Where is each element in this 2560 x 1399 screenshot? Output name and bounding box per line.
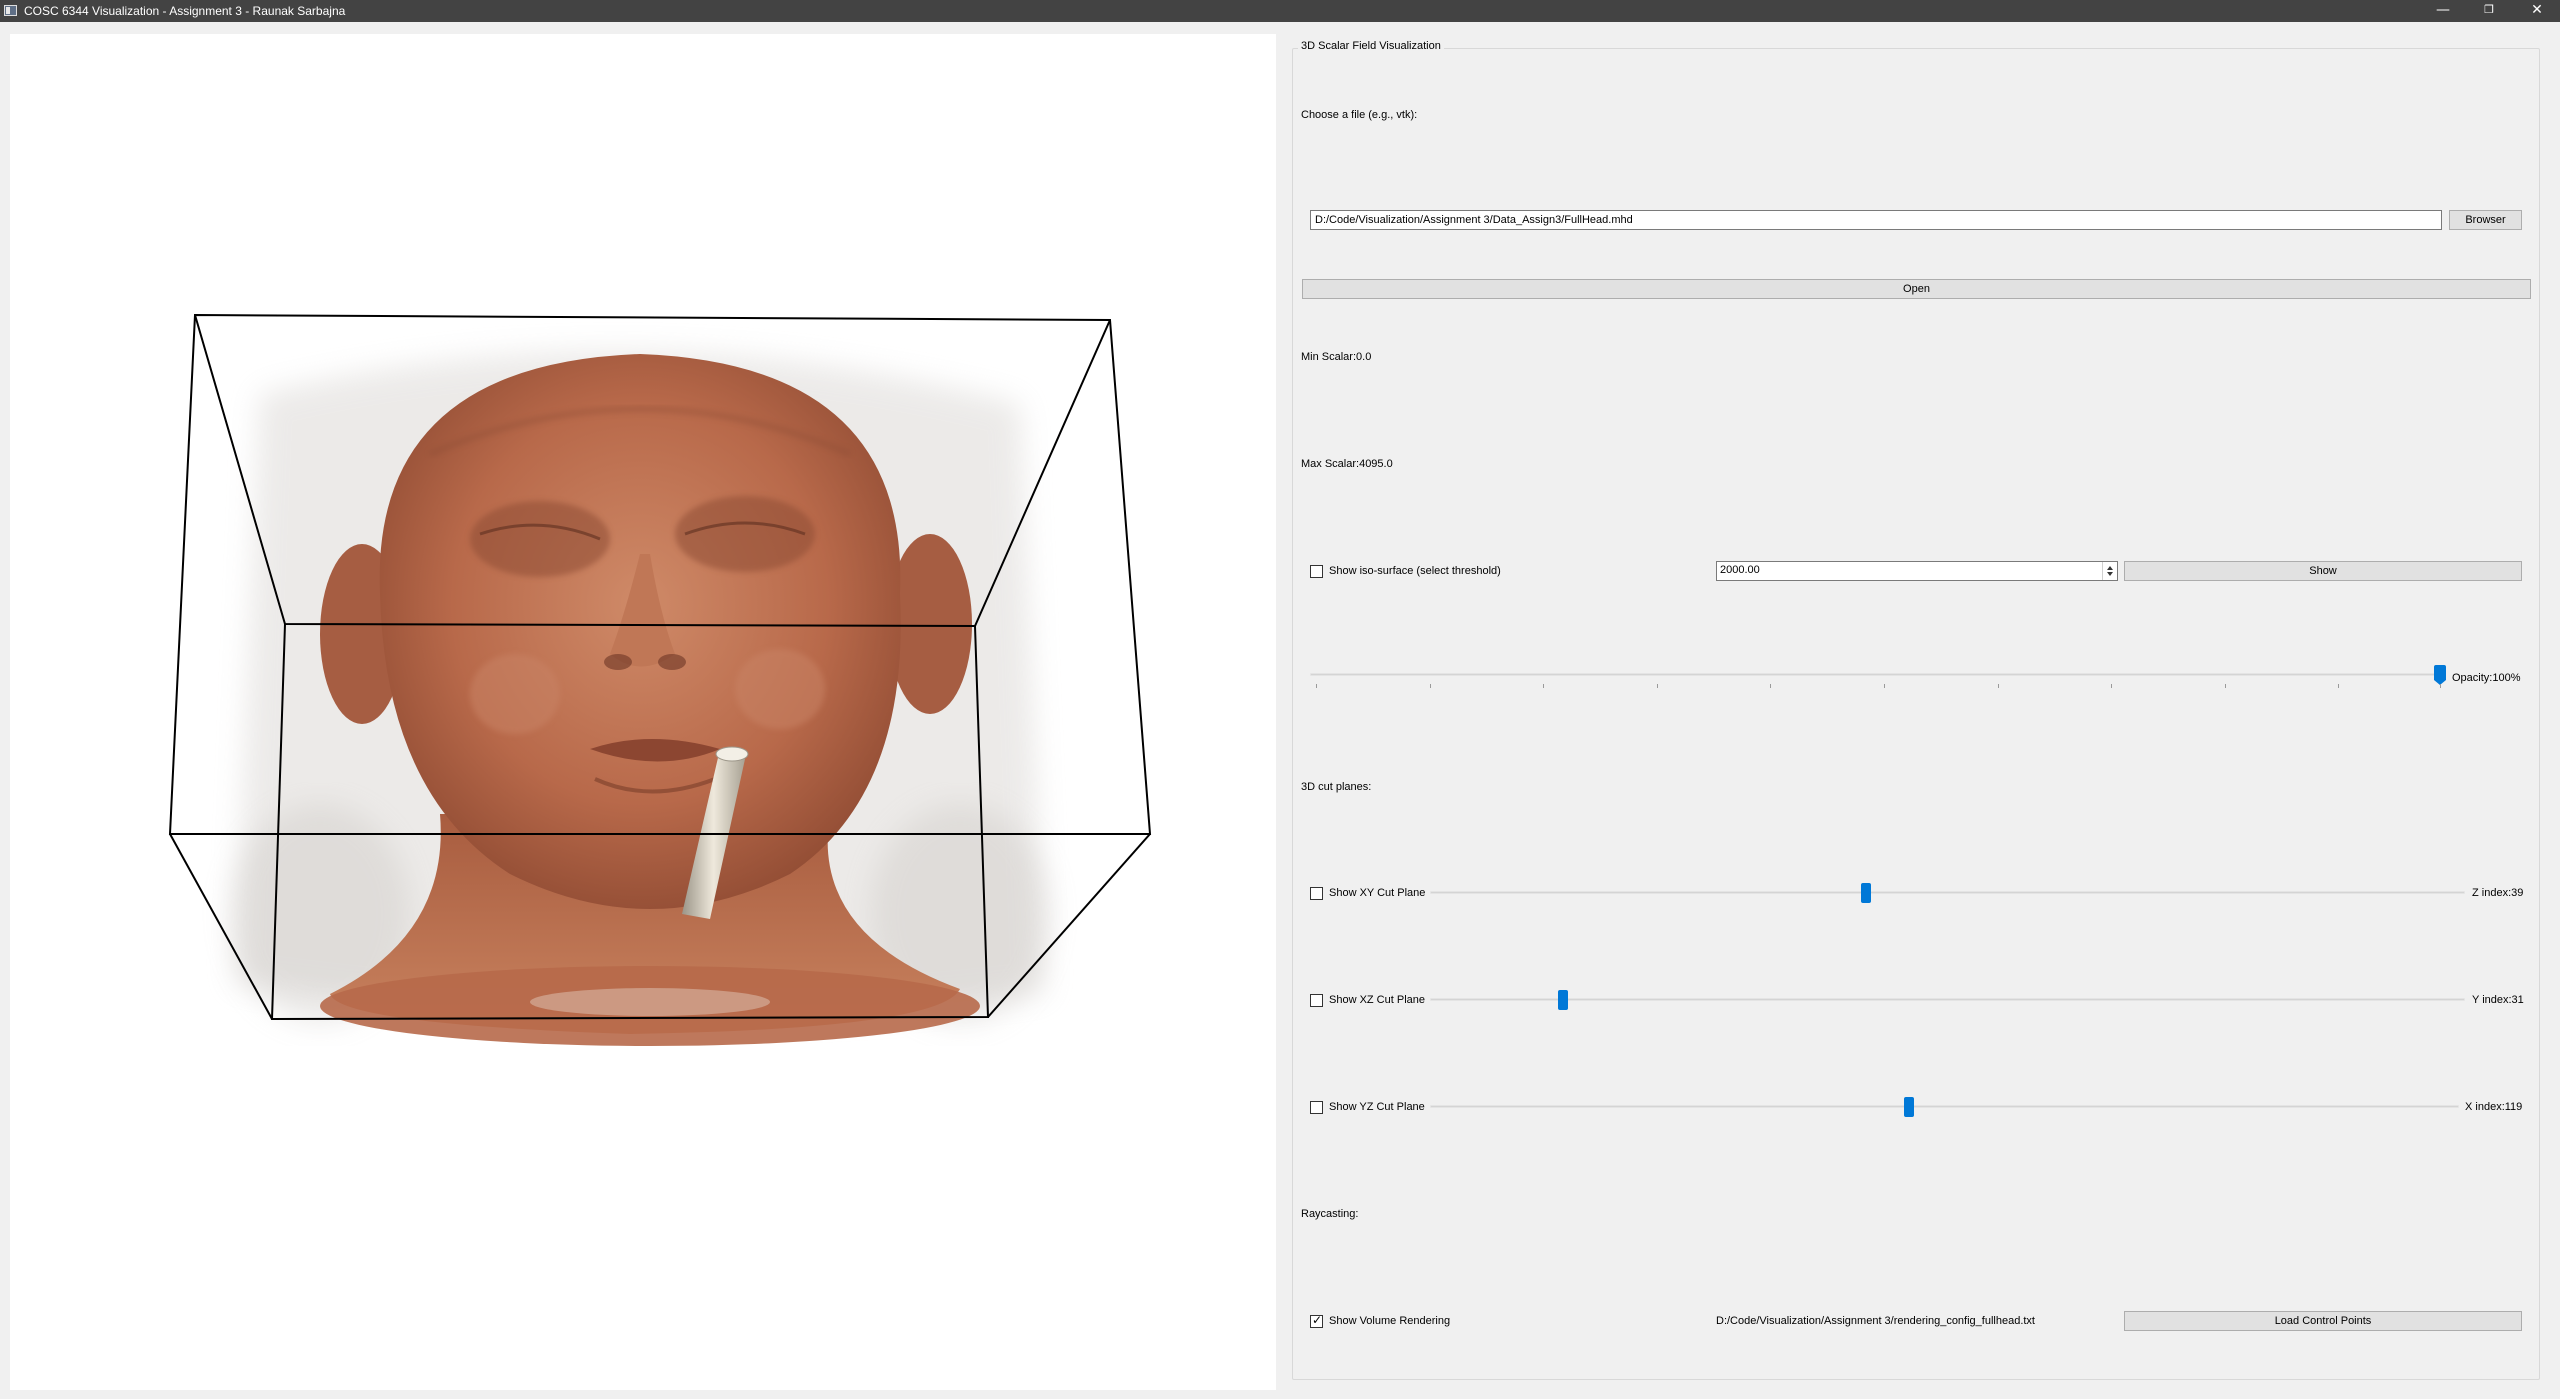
slider-tick [1657, 684, 1658, 688]
title-bar: COSC 6344 Visualization - Assignment 3 -… [0, 0, 2560, 22]
isosurface-checkbox-label: Show iso-surface (select threshold) [1329, 565, 1501, 577]
opacity-label: Opacity:100% [2452, 672, 2521, 684]
volume-rendering-checkbox-row[interactable]: Show Volume Rendering [1310, 1313, 1450, 1329]
isosurface-checkbox[interactable] [1310, 564, 1323, 578]
open-button[interactable]: Open [1302, 279, 2531, 299]
yz-plane-checkbox-row[interactable]: Show YZ Cut Plane [1310, 1099, 1425, 1115]
volume-rendering-label: Show Volume Rendering [1329, 1315, 1451, 1327]
volume-rendering-checkbox[interactable] [1310, 1313, 1323, 1328]
xy-plane-slider[interactable] [1430, 882, 2465, 904]
opacity-slider-handle[interactable] [2434, 665, 2446, 685]
render-viewport[interactable] [10, 34, 1276, 1390]
slider-tick [1998, 684, 1999, 688]
z-index-label: Z index:39 [2472, 887, 2524, 899]
raycasting-label: Raycasting: [1301, 1208, 1359, 1220]
load-control-points-button[interactable]: Load Control Points [2124, 1311, 2522, 1331]
min-scalar-label: Min Scalar:0.0 [1301, 351, 1372, 363]
slider-tick [1770, 684, 1771, 688]
slider-tick [2338, 684, 2339, 688]
yz-slider-handle[interactable] [1904, 1097, 1914, 1117]
close-button[interactable]: ✕ [2514, 0, 2560, 22]
slider-tick [2111, 684, 2112, 688]
xy-plane-label: Show XY Cut Plane [1329, 887, 1426, 899]
app-icon [4, 5, 17, 16]
xy-slider-groove [1430, 891, 2465, 894]
spin-down-icon[interactable] [2107, 572, 2113, 576]
xy-plane-checkbox-row[interactable]: Show XY Cut Plane [1310, 885, 1425, 901]
head-volume [379, 354, 901, 909]
xz-plane-slider[interactable] [1430, 989, 2465, 1011]
yz-slider-groove [1430, 1105, 2459, 1108]
max-scalar-label: Max Scalar:4095.0 [1301, 458, 1393, 470]
y-index-label: Y index:31 [2472, 994, 2524, 1006]
minimize-button[interactable]: — [2420, 0, 2466, 22]
slider-tick [1543, 684, 1544, 688]
window-title: COSC 6344 Visualization - Assignment 3 -… [24, 4, 346, 18]
show-isosurface-button[interactable]: Show [2124, 561, 2522, 581]
x-index-label: X index:119 [2465, 1101, 2523, 1113]
xy-plane-checkbox[interactable] [1310, 886, 1323, 900]
config-path-label: D:/Code/Visualization/Assignment 3/rende… [1716, 1315, 2035, 1327]
xz-plane-checkbox-row[interactable]: Show XZ Cut Plane [1310, 992, 1425, 1008]
scalar-field-groupbox [1292, 48, 2540, 1380]
slider-tick [1316, 684, 1317, 688]
spin-up-icon[interactable] [2107, 566, 2113, 570]
slider-tick [1430, 684, 1431, 688]
maximize-button[interactable]: ❐ [2466, 0, 2512, 22]
xz-plane-checkbox[interactable] [1310, 993, 1323, 1007]
slider-tick [2225, 684, 2226, 688]
opacity-slider[interactable] [1310, 664, 2446, 688]
file-label: Choose a file (e.g., vtk): [1301, 109, 1418, 121]
yz-plane-checkbox[interactable] [1310, 1100, 1323, 1114]
yz-plane-label: Show YZ Cut Plane [1329, 1101, 1425, 1113]
xz-slider-groove [1430, 998, 2465, 1001]
opacity-slider-groove [1310, 673, 2446, 676]
spin-arrows[interactable] [2102, 562, 2117, 580]
xz-slider-handle[interactable] [1558, 990, 1568, 1010]
threshold-value: 2000.00 [1720, 564, 1760, 576]
isosurface-checkbox-row[interactable]: Show iso-surface (select threshold) [1310, 563, 1501, 579]
threshold-spinbox[interactable]: 2000.00 [1716, 561, 2118, 581]
xy-slider-handle[interactable] [1861, 883, 1871, 903]
browse-button[interactable]: Browser [2449, 210, 2522, 230]
yz-plane-slider[interactable] [1430, 1096, 2459, 1118]
slider-tick [1884, 684, 1885, 688]
xz-plane-label: Show XZ Cut Plane [1329, 994, 1425, 1006]
file-path-input[interactable]: D:/Code/Visualization/Assignment 3/Data_… [1310, 210, 2442, 230]
volume-rendering-canvas [168, 313, 1152, 1046]
slider-tick [2440, 684, 2441, 688]
cut-planes-label: 3D cut planes: [1301, 781, 1372, 793]
groupbox-title: 3D Scalar Field Visualization [1298, 40, 1444, 52]
